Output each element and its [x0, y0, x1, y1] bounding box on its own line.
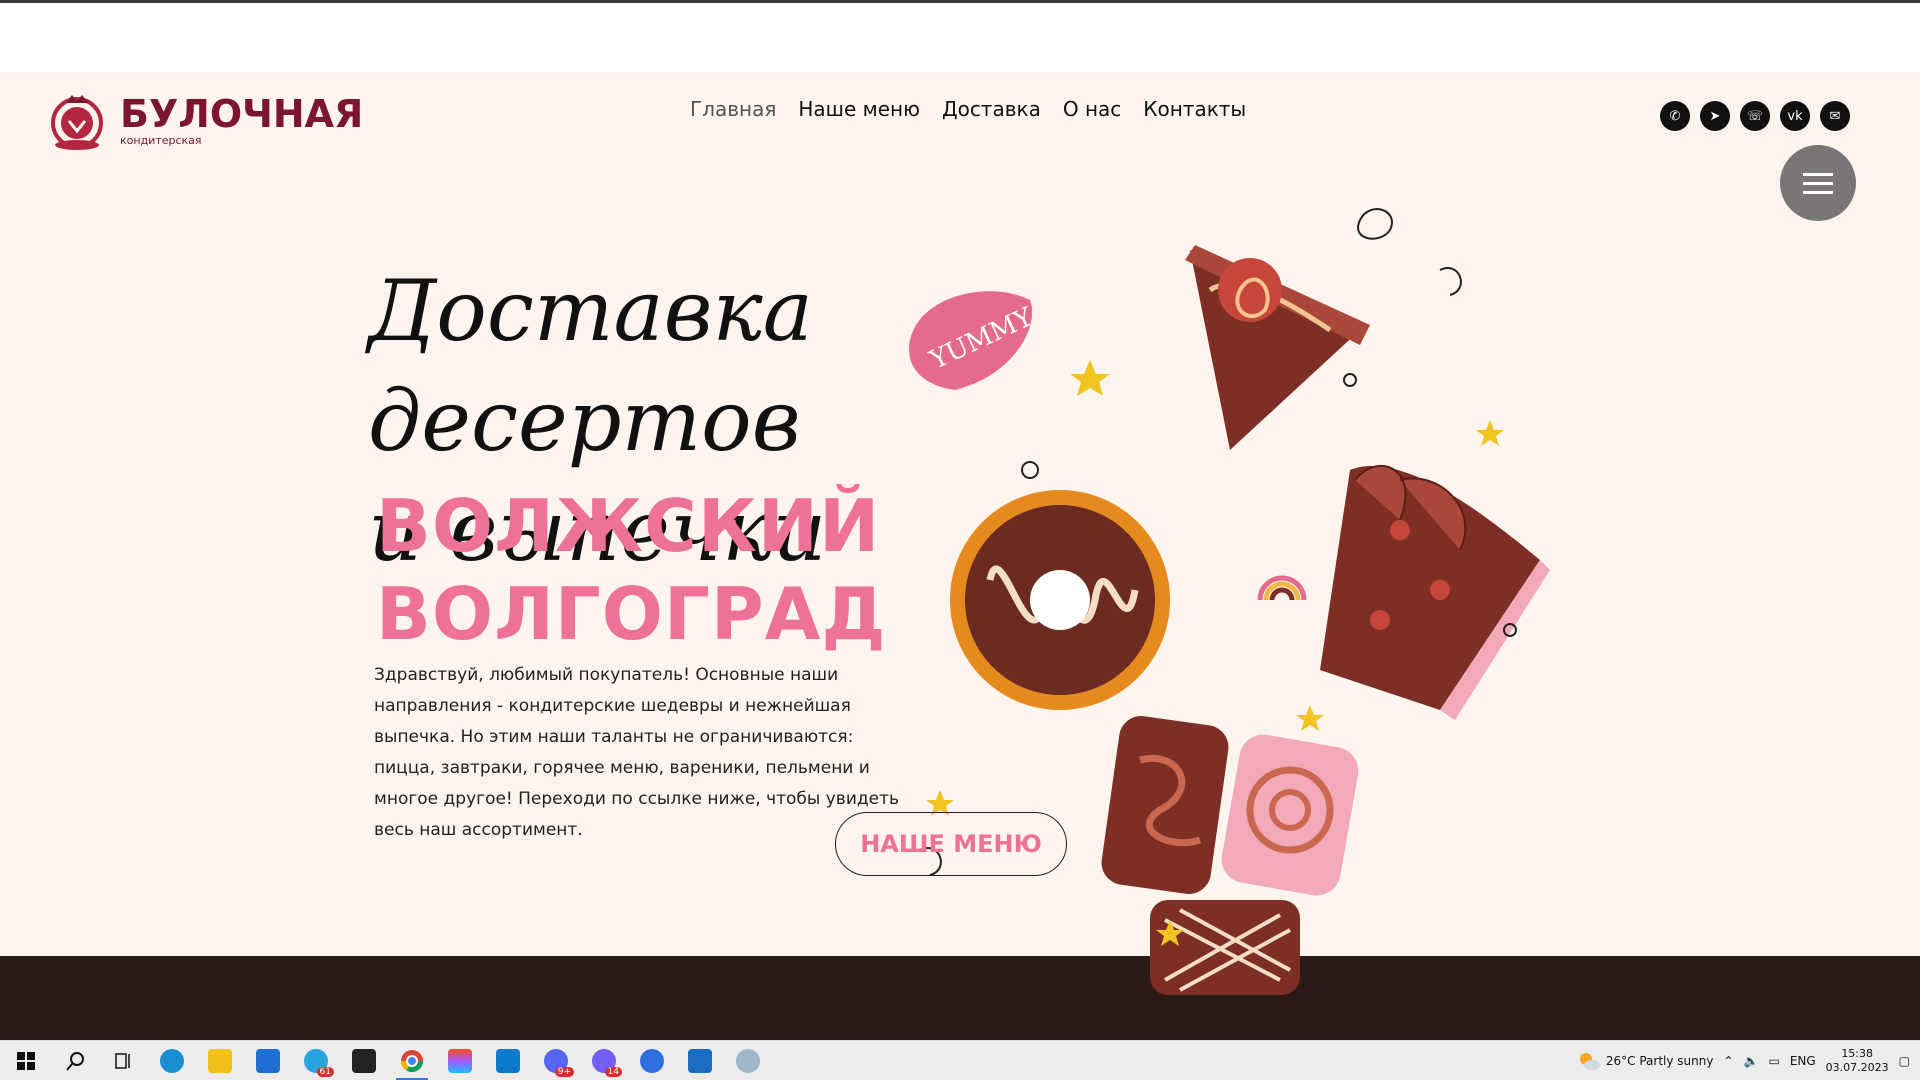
nav-item-about[interactable]: О нас [1063, 97, 1121, 121]
windows-logo-icon [17, 1051, 35, 1070]
photos-icon[interactable] [676, 1041, 724, 1080]
telegram-app-icon[interactable]: 61 [292, 1041, 340, 1080]
nav-item-contacts[interactable]: Контакты [1143, 97, 1246, 121]
paint-icon[interactable] [724, 1041, 772, 1080]
waffle-cake-icon [1150, 900, 1300, 995]
mail-icon[interactable] [244, 1041, 292, 1080]
clock-date: 03.07.2023 [1825, 1061, 1889, 1074]
clock-time: 15:38 [1841, 1047, 1874, 1060]
logo[interactable]: БУЛОЧНАЯ кондитерская [42, 85, 363, 155]
windows-taskbar: 61 9+ 14 26°C Partly sunny ⌃ 🔈 ▭ ENG 15:… [0, 1040, 1920, 1080]
vk-icon[interactable]: vk [1780, 101, 1810, 131]
discord-icon[interactable]: 9+ [532, 1041, 580, 1080]
bakery-crest-icon [51, 95, 103, 150]
discord-badge: 9+ [554, 1066, 574, 1077]
headline-line-1: Доставка десертов [368, 262, 813, 470]
rainbow-icon [1257, 575, 1307, 601]
partly-sunny-icon [1579, 1053, 1600, 1070]
hero-intro-text: Здравствуй, любимый покупатель! Основные… [374, 665, 900, 840]
language-indicator[interactable]: ENG [1790, 1054, 1816, 1068]
file-explorer-icon[interactable] [196, 1041, 244, 1080]
main-nav: Главная Наше меню Доставка О нас Контакт… [690, 97, 1246, 121]
network-icon[interactable]: ▭ [1768, 1054, 1779, 1068]
chevron-up-icon[interactable]: ⌃ [1723, 1054, 1733, 1068]
window-top-edge [0, 0, 1920, 3]
edge-browser-icon[interactable] [148, 1041, 196, 1080]
dots-app-icon[interactable] [340, 1041, 388, 1080]
viber-icon[interactable]: 14 [580, 1041, 628, 1080]
social-links: ✆ ➤ ☏ vk ✉ [1660, 101, 1850, 131]
weather-widget[interactable]: 26°C Partly sunny [1578, 1051, 1714, 1071]
whatsapp-icon[interactable]: ☏ [1740, 101, 1770, 131]
media-player-icon[interactable] [628, 1041, 676, 1080]
nav-item-home[interactable]: Главная [690, 97, 776, 121]
weather-text: 26°C Partly sunny [1605, 1054, 1714, 1068]
telegram-badge: 61 [316, 1066, 334, 1077]
windows-start-button[interactable] [0, 1041, 52, 1080]
viber-badge: 14 [604, 1066, 622, 1077]
cake-slice-top-icon [1185, 245, 1370, 450]
vscode-icon[interactable] [484, 1041, 532, 1080]
our-menu-button[interactable]: НАШЕ МЕНЮ [835, 812, 1067, 876]
nav-item-menu[interactable]: Наше меню [798, 97, 920, 121]
page: БУЛОЧНАЯ кондитерская Главная Наше меню … [0, 0, 1920, 1080]
city-line-2: ВОЛГОГРАД [376, 572, 887, 656]
email-icon[interactable]: ✉ [1820, 101, 1850, 131]
cake-slice-right-icon [1320, 464, 1550, 720]
volume-icon[interactable]: 🔈 [1744, 1054, 1759, 1068]
figma-icon[interactable] [436, 1041, 484, 1080]
phone-icon[interactable]: ✆ [1660, 101, 1690, 131]
search-icon[interactable] [52, 1041, 100, 1080]
task-view-icon[interactable] [100, 1041, 148, 1080]
strawberry-roll-icon [1221, 734, 1359, 896]
city-line-1: ВОЛЖСКИЙ [376, 484, 881, 568]
brand-title: БУЛОЧНАЯ [120, 91, 364, 136]
brand-subtitle: кондитерская [120, 133, 202, 147]
city-title: ВОЛЖСКИЙ ВОЛГОГРАД [376, 482, 886, 658]
notifications-icon[interactable]: ▢ [1899, 1054, 1910, 1068]
chrome-browser-icon[interactable] [388, 1041, 436, 1080]
telegram-icon[interactable]: ➤ [1700, 101, 1730, 131]
system-tray: 26°C Partly sunny ⌃ 🔈 ▭ ENG 15:38 03.07.… [1578, 1041, 1920, 1080]
clock[interactable]: 15:38 03.07.2023 [1826, 1047, 1889, 1075]
chocolate-roll-icon [1101, 716, 1229, 894]
nav-item-delivery[interactable]: Доставка [942, 97, 1041, 121]
